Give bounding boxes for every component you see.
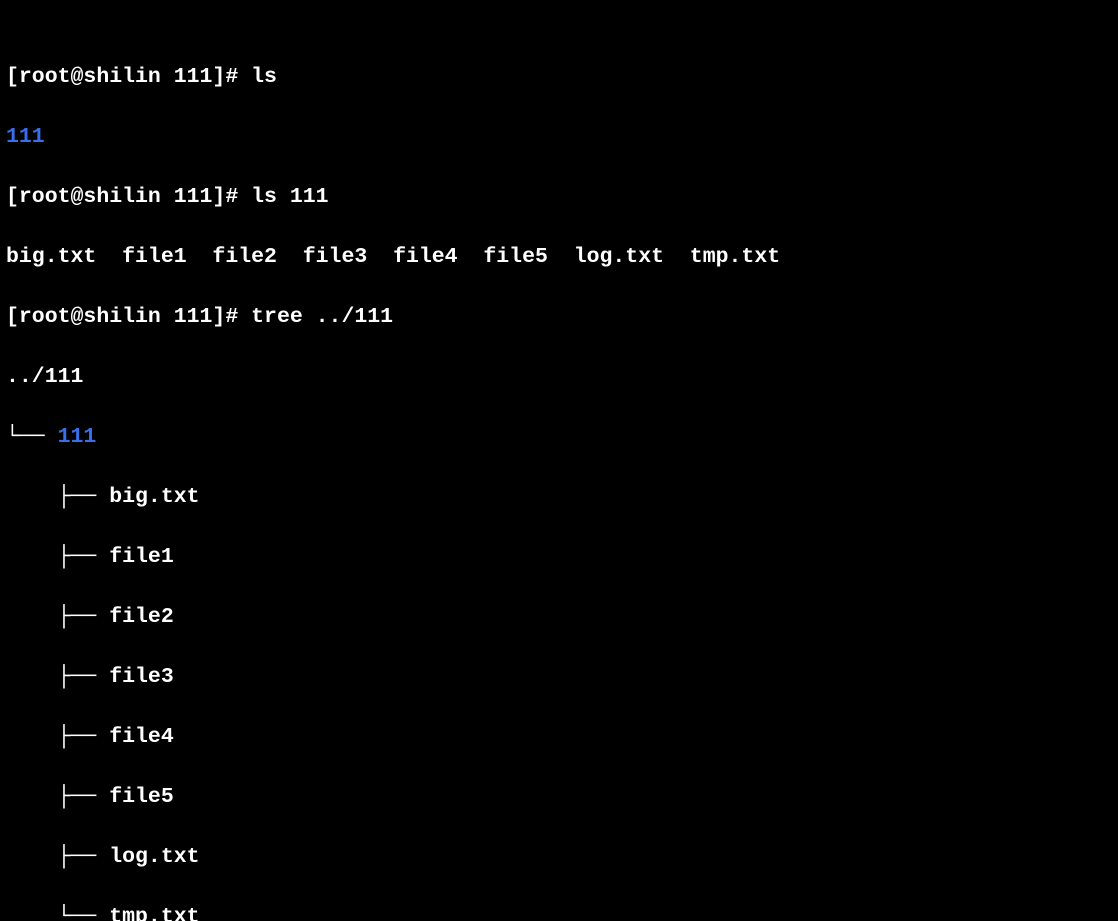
tree-branch: └── xyxy=(6,425,58,449)
prompt: [root@shilin 111]# xyxy=(6,65,251,89)
terminal-output[interactable]: [root@shilin 111]# ls 111 [root@shilin 1… xyxy=(0,0,1118,921)
tree-file: file4 xyxy=(109,725,174,749)
cmd-ls-111: ls 111 xyxy=(251,185,328,209)
dir-111: 111 xyxy=(6,125,45,149)
cmd-tree: tree ../111 xyxy=(251,305,393,329)
tree-file: file5 xyxy=(109,785,174,809)
tree-dir: └── 111 xyxy=(6,422,1112,452)
cmd-ls: ls xyxy=(251,65,277,89)
tree-dir-name: 111 xyxy=(58,425,97,449)
tree-file: file2 xyxy=(109,605,174,629)
tree-file: tmp.txt xyxy=(109,905,199,921)
prompt-line-1: [root@shilin 111]# ls xyxy=(6,62,1112,92)
ls-output-1: 111 xyxy=(6,122,1112,152)
tree-file: log.txt xyxy=(109,845,199,869)
tree-root: ../111 xyxy=(6,362,1112,392)
prompt-line-3: [root@shilin 111]# tree ../111 xyxy=(6,302,1112,332)
prompt: [root@shilin 111]# xyxy=(6,305,251,329)
tree-file: big.txt xyxy=(109,485,199,509)
tree-file: file3 xyxy=(109,665,174,689)
prompt: [root@shilin 111]# xyxy=(6,185,251,209)
tree-file: file1 xyxy=(109,545,174,569)
ls-files: big.txt file1 file2 file3 file4 file5 lo… xyxy=(6,242,1112,272)
prompt-line-2: [root@shilin 111]# ls 111 xyxy=(6,182,1112,212)
